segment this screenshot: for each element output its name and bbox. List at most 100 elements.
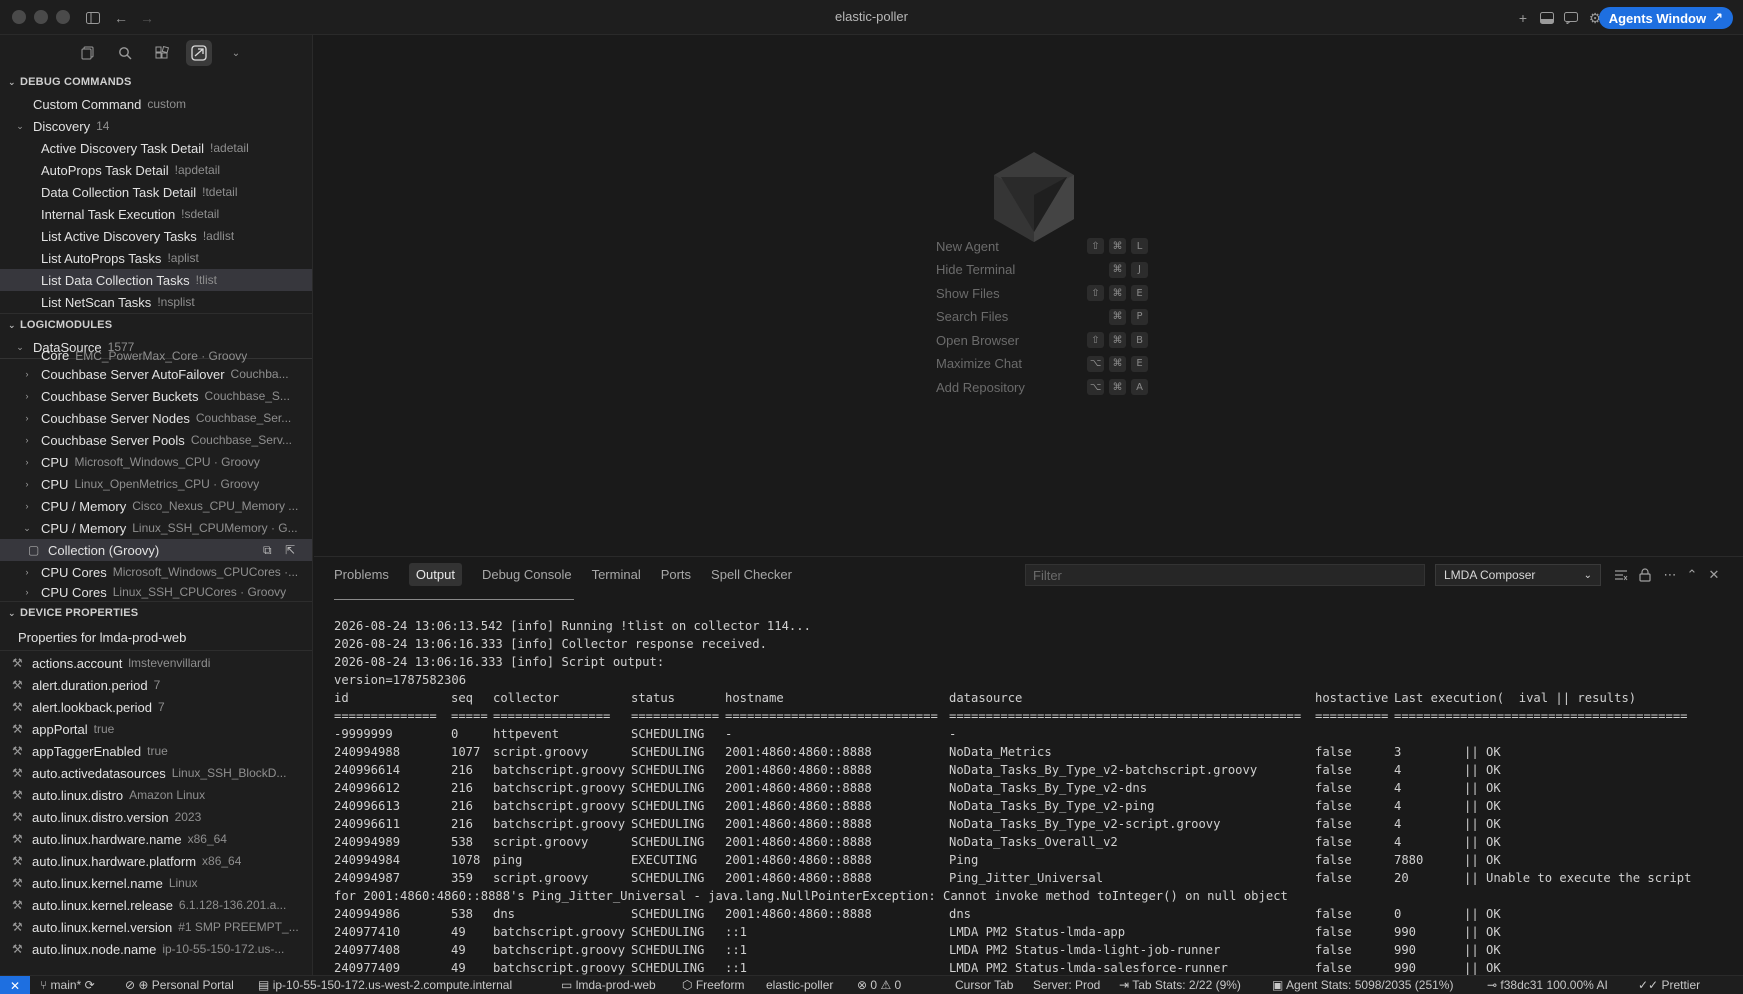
host-status[interactable]: ▤ ip-10-55-150-172.us-west-2.compute.int… — [258, 978, 512, 992]
output-filter-input[interactable] — [1025, 564, 1425, 586]
property-item[interactable]: ⚒ auto.linux.kernel.release 6.1.128-136.20… — [0, 894, 312, 916]
property-item[interactable]: ⚒ auto.linux.distro.version 2023 — [0, 806, 312, 828]
more-icon[interactable]: ⋯ — [1660, 565, 1680, 585]
debug-command-item[interactable]: Active Discovery Task Detail !adetail — [0, 137, 312, 159]
branch-status[interactable]: ⑂ main* ⟳ — [40, 978, 95, 992]
debug-command-item[interactable]: List Active Discovery Tasks !adlist — [0, 225, 312, 247]
commit-status[interactable]: ⊸ f38dc31 100.00% AI — [1487, 978, 1608, 992]
toggle-panel-icon[interactable] — [1537, 8, 1557, 28]
shortcut-item[interactable]: Show Files ⇧ ⌘ E — [936, 283, 1196, 303]
back-arrow-icon[interactable]: ← — [111, 8, 131, 28]
collection-groovy-item[interactable]: ▢ Collection (Groovy) ⧉ ⇱ — [0, 539, 312, 561]
remote-indicator-icon[interactable]: ✕ — [0, 976, 30, 994]
property-item[interactable]: ⚒ appPortal true — [0, 718, 312, 740]
debug-commands-header[interactable]: ⌄ DEBUG COMMANDS — [0, 71, 312, 93]
output-channel-select[interactable]: LMDA Composer ⌄ — [1435, 564, 1601, 586]
device-properties-header[interactable]: ⌄ DEVICE PROPERTIES — [0, 602, 312, 624]
lmda-extension-icon[interactable] — [186, 40, 212, 66]
custom-command-item[interactable]: Custom Command custom — [0, 93, 312, 115]
shortcut-item[interactable]: Search Files ⌘ P — [936, 307, 1196, 327]
search-icon[interactable] — [112, 40, 138, 66]
zoom-window-button[interactable] — [56, 10, 70, 24]
minimize-window-button[interactable] — [34, 10, 48, 24]
shortcut-item[interactable]: Maximize Chat ⌥ ⌘ E — [936, 354, 1196, 374]
server-status[interactable]: Server: Prod — [1033, 978, 1100, 992]
shortcut-item[interactable]: Hide Terminal ⌘ J — [936, 260, 1196, 280]
plus-icon[interactable]: + — [1513, 8, 1533, 28]
cell: || OK — [1464, 817, 1501, 831]
lock-icon[interactable] — [1635, 565, 1655, 585]
shortcut-name: Maximize Chat — [936, 356, 1022, 371]
project-status[interactable]: elastic-poller — [766, 978, 833, 992]
device-status[interactable]: ▭ lmda-prod-web — [561, 978, 656, 992]
toggle-sidebar-icon[interactable] — [83, 8, 103, 28]
shortcut-item[interactable]: Open Browser ⇧ ⌘ B — [936, 330, 1196, 350]
datasource-item[interactable]: ⌄ CPU / Memory Linux_SSH_CPUMemory · G... — [0, 517, 312, 539]
item-sub: Couchba... — [230, 367, 289, 381]
close-window-button[interactable] — [12, 10, 26, 24]
property-item[interactable]: ⚒ auto.linux.hardware.name x86_64 — [0, 828, 312, 850]
datasource-item[interactable]: › Couchbase Server Nodes Couchbase_Ser... — [0, 407, 312, 429]
cell: Ping — [949, 853, 979, 867]
cell: 990 — [1394, 943, 1417, 957]
prettier-status[interactable]: ✓✓ Prettier — [1638, 978, 1700, 992]
cursor-tab-status[interactable]: Cursor Tab — [955, 978, 1013, 992]
property-item[interactable]: ⚒ alert.duration.period 7 — [0, 674, 312, 696]
panel-tab-terminal[interactable]: Terminal — [592, 563, 641, 586]
agents-window-button[interactable]: Agents Window ↗ — [1598, 7, 1733, 29]
open-external-icon[interactable]: ⇱ — [285, 543, 295, 557]
maximize-panel-icon[interactable]: ⌃ — [1682, 565, 1702, 585]
property-item[interactable]: ⚒ auto.linux.kernel.name Linux — [0, 872, 312, 894]
property-item[interactable]: ⚒ appTaggerEnabled true — [0, 740, 312, 762]
problems-status[interactable]: ⊗ 0 ⚠ 0 — [857, 978, 901, 992]
debug-command-item[interactable]: AutoProps Task Detail !apdetail — [0, 159, 312, 181]
property-item[interactable]: ⚒ alert.lookback.period 7 — [0, 696, 312, 718]
chevron-down-icon[interactable]: ⌄ — [223, 40, 249, 66]
tab-stats-status[interactable]: ⇥ Tab Stats: 2/22 (9%) — [1119, 978, 1241, 992]
panel-tab-ports[interactable]: Ports — [661, 563, 691, 586]
cell: ============================= — [725, 709, 938, 723]
property-item[interactable]: ⚒ auto.linux.distro Amazon Linux — [0, 784, 312, 806]
panel-tab-output[interactable]: Output — [408, 562, 462, 586]
extensions-icon[interactable] — [149, 40, 175, 66]
datasource-item[interactable]: › CPU Cores Microsoft_Windows_CPUCores ·..… — [0, 561, 312, 583]
debug-command-item[interactable]: Data Collection Task Detail !tdetail — [0, 181, 312, 203]
agent-stats-status[interactable]: ▣ Agent Stats: 5098/2035 (251%) — [1272, 978, 1453, 992]
shortcut-item[interactable]: Add Repository ⌥ ⌘ A — [936, 377, 1196, 397]
datasource-item[interactable]: › CPU Linux_OpenMetrics_CPU · Groovy — [0, 473, 312, 495]
close-icon[interactable]: ✕ — [1704, 565, 1724, 585]
shortcut-item[interactable]: New Agent ⇧ ⌘ L — [936, 236, 1196, 256]
property-item[interactable]: ⚒ auto.activedatasources Linux_SSH_BlockD.… — [0, 762, 312, 784]
panel-tab-debug-console[interactable]: Debug Console — [482, 563, 572, 586]
discovery-group[interactable]: ⌄ Discovery 14 — [0, 115, 312, 137]
cell: || OK — [1464, 853, 1501, 867]
debug-command-item[interactable]: Internal Task Execution !sdetail — [0, 203, 312, 225]
copy-icon[interactable]: ⧉ — [263, 543, 272, 558]
cell: NoData_Tasks_Overall_v2 — [949, 835, 1118, 849]
datasource-item[interactable]: › CPU Cores Linux_SSH_CPUCores · Groovy — [0, 583, 312, 601]
freeform-status[interactable]: ⬡ Freeform — [682, 978, 745, 992]
datasource-item[interactable]: › Couchbase Server AutoFailover Couchba... — [0, 363, 312, 385]
datasource-item[interactable]: › CPU / Memory Cisco_Nexus_CPU_Memory ... — [0, 495, 312, 517]
clear-output-icon[interactable] — [1611, 565, 1631, 585]
panel-tab-problems[interactable]: Problems — [334, 563, 389, 586]
property-item[interactable]: ⚒ auto.linux.kernel.version #1 SMP PREEMPT… — [0, 916, 312, 938]
chat-icon[interactable] — [1561, 8, 1581, 28]
datasource-item[interactable]: › Couchbase Server Buckets Couchbase_S... — [0, 385, 312, 407]
cell: NoData_Tasks_By_Type_v2-ping — [949, 799, 1155, 813]
panel-tab-spell-checker[interactable]: Spell Checker — [711, 563, 792, 586]
property-item[interactable]: ⚒ auto.linux.node.name ip-10-55-150-172.us… — [0, 938, 312, 960]
property-item[interactable]: ⚒ auto.linux.hardware.platform x86_64 — [0, 850, 312, 872]
logicmodules-header[interactable]: ⌄ LOGICMODULES — [0, 314, 312, 336]
files-icon[interactable] — [75, 40, 101, 66]
property-item[interactable]: ⚒ actions.account lmstevenvillardi — [0, 652, 312, 674]
debug-command-item[interactable]: List Data Collection Tasks !tlist — [0, 269, 312, 291]
portal-status[interactable]: ⊘ ⊕ Personal Portal — [125, 978, 234, 992]
property-name: auto.linux.hardware.platform — [32, 853, 197, 869]
forward-arrow-icon[interactable]: → — [137, 8, 157, 28]
datasource-item[interactable]: › Couchbase Server Pools Couchbase_Serv... — [0, 429, 312, 451]
debug-command-item[interactable]: List NetScan Tasks !nsplist — [0, 291, 312, 313]
datasource-item[interactable]: Core EMC_PowerMax_Core · Groovy — [0, 350, 312, 363]
debug-command-item[interactable]: List AutoProps Tasks !aplist — [0, 247, 312, 269]
datasource-item[interactable]: › CPU Microsoft_Windows_CPU · Groovy — [0, 451, 312, 473]
